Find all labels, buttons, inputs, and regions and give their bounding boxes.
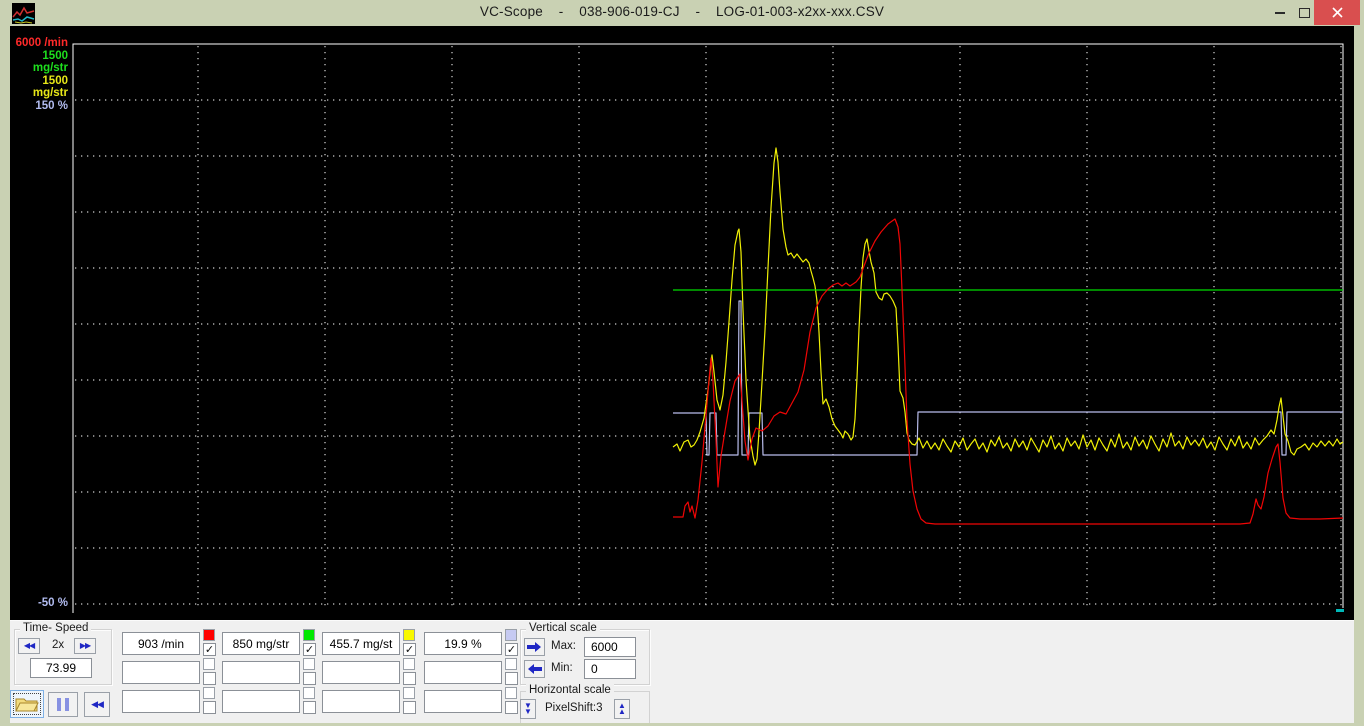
close-button[interactable] (1314, 0, 1360, 25)
channel-checkbox[interactable] (303, 672, 316, 685)
channel-color-swatch (505, 687, 517, 699)
channel-color-swatch (303, 687, 315, 699)
time-value-field[interactable]: 73.99 (30, 658, 92, 678)
channel-checkbox[interactable] (303, 701, 316, 714)
double-down-icon: ▼▼ (524, 703, 532, 715)
channel-color-swatch (203, 687, 215, 699)
channel-value-field[interactable]: 903 /min (122, 632, 200, 655)
scope-plot (10, 26, 1354, 620)
trace-duty-percent (673, 301, 1343, 455)
end-of-data-marker (1336, 609, 1344, 612)
scale-min-apply-button[interactable] (524, 660, 545, 678)
vertical-min-field[interactable]: 0 (584, 659, 636, 679)
open-file-icon (15, 695, 39, 713)
channel-color-swatch (303, 629, 315, 641)
plot-frame (73, 44, 1343, 613)
channel-color-swatch (403, 629, 415, 641)
vertical-scale-labels: 6000 /min 1500 mg/str 1500 mg/str 150 % (10, 37, 68, 112)
channel-checkbox[interactable] (505, 672, 518, 685)
rewind-to-start-button[interactable]: ◀◀ (84, 692, 110, 717)
maximize-button[interactable] (1292, 0, 1316, 25)
titlebar: VC-Scope - 038-906-019-CJ - LOG-01-003-x… (0, 0, 1364, 26)
channel-checkbox[interactable]: ✓ (303, 643, 316, 656)
channel-checkbox[interactable]: ✓ (403, 643, 416, 656)
double-up-icon: ▲▲ (618, 703, 626, 715)
forward-icon: ▶▶ (80, 642, 90, 650)
minimize-icon (1275, 12, 1285, 14)
channel-value-field[interactable] (322, 661, 400, 684)
channel-color-swatch (403, 658, 415, 670)
arrow-left-icon (527, 664, 542, 674)
rewind-icon: ◀◀ (24, 642, 34, 650)
min-label: Min: (551, 662, 573, 674)
control-panel: Time- Speed ◀◀ 2x ▶▶ 73.99 ◀◀ 903 /min ✓… (10, 620, 1354, 723)
channel-checkbox[interactable] (203, 672, 216, 685)
channel-color-swatch (403, 687, 415, 699)
channel-color-swatch (203, 658, 215, 670)
open-file-button[interactable] (10, 690, 44, 718)
channel-value-field[interactable] (122, 690, 200, 713)
trace-engine-speed-red (673, 219, 1343, 524)
scale-max-apply-button[interactable] (524, 638, 545, 656)
channel-value-field[interactable] (122, 661, 200, 684)
pause-icon (57, 698, 61, 711)
channel-value-field[interactable]: 850 mg/str (222, 632, 300, 655)
channel-value-field[interactable] (322, 690, 400, 713)
arrow-right-icon (527, 642, 542, 652)
vertical-max-field[interactable]: 6000 (584, 637, 636, 657)
channel-color-swatch (203, 629, 215, 641)
time-speed-label: Time- Speed (20, 622, 91, 634)
channel-checkbox[interactable] (403, 672, 416, 685)
horizontal-scale-label: Horizontal scale (526, 684, 614, 696)
channel-checkbox[interactable]: ✓ (505, 643, 518, 656)
channel-value-field[interactable] (424, 690, 502, 713)
scale-label-rpm: 6000 /min (10, 37, 68, 50)
channel-value-field[interactable]: 19.9 % (424, 632, 502, 655)
scale-label-green: 1500 mg/str (10, 50, 68, 75)
channel-color-swatch (505, 629, 517, 641)
vertical-scale-label: Vertical scale (526, 622, 600, 634)
scale-label-yellow: 1500 mg/str (10, 75, 68, 100)
channel-value-field[interactable] (222, 661, 300, 684)
window-title: VC-Scope - 038-906-019-CJ - LOG-01-003-x… (0, 4, 1364, 19)
scale-label-percent: 150 % (10, 100, 68, 113)
pixelshift-label: PixelShift:3 (545, 702, 603, 714)
channel-value-field[interactable]: 455.7 mg/st (322, 632, 400, 655)
close-icon (1332, 7, 1343, 18)
pixelshift-increase-button[interactable]: ▲▲ (614, 699, 630, 719)
channel-color-swatch (505, 658, 517, 670)
time-rewind-button[interactable]: ◀◀ (18, 638, 40, 654)
maximize-icon (1299, 8, 1310, 18)
scope-chart-area[interactable]: 6000 /min 1500 mg/str 1500 mg/str 150 % … (10, 26, 1354, 620)
channel-checkbox[interactable] (203, 701, 216, 714)
vc-scope-window: { "titlebar": { "title": "VC-Scope - 038… (0, 0, 1364, 726)
max-label: Max: (551, 640, 576, 652)
time-forward-button[interactable]: ▶▶ (74, 638, 96, 654)
channel-checkbox[interactable] (505, 701, 518, 714)
channel-checkbox[interactable] (403, 701, 416, 714)
channel-color-swatch (303, 658, 315, 670)
scale-label-min-percent: -50 % (10, 597, 68, 609)
speed-value: 2x (52, 639, 64, 651)
rewind-icon: ◀◀ (91, 700, 103, 709)
pixelshift-decrease-button[interactable]: ▼▼ (520, 699, 536, 719)
channel-value-field[interactable] (424, 661, 502, 684)
minimize-button[interactable] (1268, 0, 1292, 25)
channel-value-field[interactable] (222, 690, 300, 713)
channel-checkbox[interactable]: ✓ (203, 643, 216, 656)
pause-button[interactable] (48, 692, 78, 717)
